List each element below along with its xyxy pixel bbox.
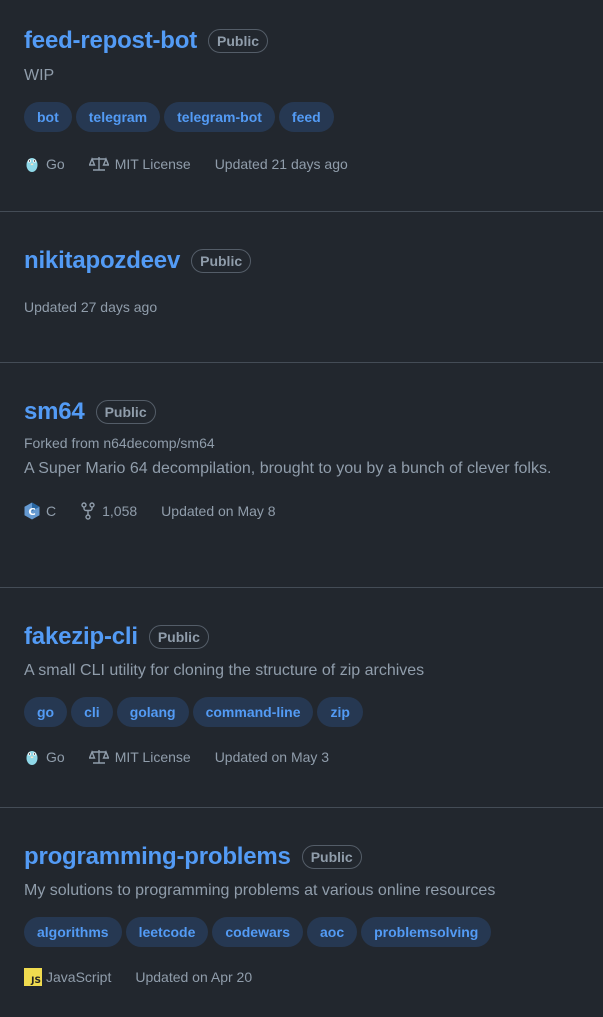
topic-tag[interactable]: telegram (75, 102, 161, 132)
go-gopher-icon (26, 158, 38, 172)
repo-title-row: feed-repost-bot Public (24, 26, 603, 56)
repo-item: feed-repost-bot Public WIP bot telegram … (0, 0, 603, 212)
repo-forked-icon (81, 502, 95, 520)
forked-from[interactable]: Forked from n64decomp/sm64 (24, 434, 603, 452)
updated-time: Updated 21 days ago (214, 156, 348, 172)
repo-title-row: nikitapozdeev Public (24, 246, 603, 276)
language: Go (24, 748, 65, 766)
topic-list: bot telegram telegram-bot feed (24, 102, 603, 132)
language: Go (24, 155, 65, 173)
repo-name-link[interactable]: programming-problems (24, 842, 291, 872)
repo-description: My solutions to programming problems at … (24, 882, 496, 899)
updated-time: Updated on May 8 (161, 503, 276, 519)
topic-tag[interactable]: algorithms (24, 917, 122, 947)
go-gopher-icon (26, 751, 38, 765)
license-name: MIT License (114, 156, 191, 172)
license[interactable]: MIT License (88, 156, 191, 172)
topic-list: go cli golang command-line zip (24, 697, 603, 727)
visibility-badge: Public (95, 400, 156, 424)
repo-meta: Go MIT License Updated on May 3 (24, 747, 603, 767)
topic-tag[interactable]: problemsolving (361, 917, 492, 947)
repo-item: fakezip-cli Public A small CLI utility f… (0, 588, 603, 808)
repo-description: A small CLI utility for cloning the stru… (24, 662, 425, 679)
topic-tag[interactable]: golang (116, 697, 189, 727)
license[interactable]: MIT License (88, 749, 191, 765)
visibility-badge: Public (191, 249, 252, 273)
law-scale-icon (88, 750, 109, 764)
law-scale-icon (88, 157, 109, 171)
topic-tag[interactable]: feed (278, 102, 334, 132)
topic-tag[interactable]: go (24, 697, 68, 727)
fork-count-value: 1,058 (102, 503, 138, 519)
topic-tag[interactable]: zip (317, 697, 363, 727)
repo-name-link[interactable]: nikitapozdeev (24, 246, 180, 276)
javascript-icon: JS (24, 968, 42, 986)
repo-name-link[interactable]: feed-repost-bot (24, 26, 197, 56)
repo-description: A Super Mario 64 decompilation, brought … (24, 460, 552, 477)
c-language-icon: C (24, 502, 40, 520)
language: JS JavaScript (24, 968, 111, 986)
fork-count[interactable]: 1,058 (80, 502, 137, 520)
topic-tag[interactable]: codewars (212, 917, 303, 947)
repo-description: WIP (24, 67, 55, 84)
repo-title-row: sm64 Public (24, 397, 603, 427)
language-name: Go (46, 156, 65, 172)
language: C C (24, 502, 56, 520)
topic-tag[interactable]: telegram-bot (164, 102, 275, 132)
svg-text:C: C (28, 507, 35, 518)
topic-tag[interactable]: command-line (192, 697, 314, 727)
topic-tag[interactable]: cli (71, 697, 113, 727)
license-name: MIT License (114, 749, 191, 765)
topic-list: algorithms leetcode codewars aoc problem… (24, 917, 603, 947)
topic-tag[interactable]: bot (24, 102, 72, 132)
repo-meta: Updated 27 days ago (24, 297, 603, 317)
repo-name-link[interactable]: fakezip-cli (24, 622, 138, 652)
topic-tag[interactable]: leetcode (125, 917, 209, 947)
updated-time: Updated on May 3 (214, 749, 330, 765)
language-name: C (46, 503, 57, 519)
language-name: Go (46, 749, 65, 765)
visibility-badge: Public (208, 29, 269, 53)
repo-meta: Go MIT License Updated 21 days ago (24, 154, 603, 174)
repo-item: programming-problems Public My solutions… (0, 808, 603, 1017)
updated-time: Updated 27 days ago (24, 299, 158, 315)
language-name: JavaScript (46, 969, 112, 985)
repo-title-row: fakezip-cli Public (24, 622, 603, 652)
repo-meta: C C 1,058 Updated on May 8 (24, 501, 603, 521)
repo-meta: JS JavaScript Updated on Apr 20 (24, 967, 603, 987)
repo-item: nikitapozdeev Public Updated 27 days ago (0, 212, 603, 363)
visibility-badge: Public (148, 625, 209, 649)
repo-name-link[interactable]: sm64 (24, 397, 85, 427)
updated-time: Updated on Apr 20 (135, 969, 253, 985)
repo-title-row: programming-problems Public (24, 842, 603, 872)
repo-item: sm64 Public Forked from n64decomp/sm64 A… (0, 363, 603, 588)
visibility-badge: Public (301, 845, 362, 869)
topic-tag[interactable]: aoc (306, 917, 358, 947)
